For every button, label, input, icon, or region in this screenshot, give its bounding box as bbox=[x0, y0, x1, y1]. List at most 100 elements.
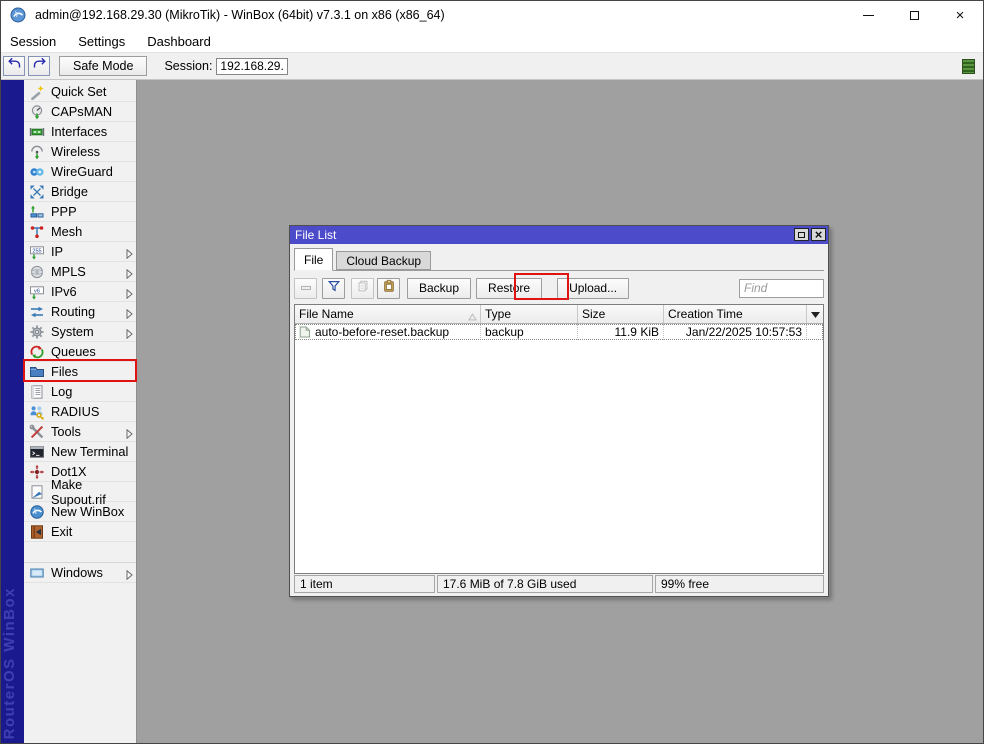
radius-icon bbox=[29, 404, 45, 420]
menubar: Session Settings Dashboard bbox=[0, 30, 984, 52]
minimize-button[interactable] bbox=[845, 1, 891, 30]
sidebar-item-label: Mesh bbox=[51, 224, 83, 239]
sidebar-item-label: Interfaces bbox=[51, 124, 108, 139]
mesh-icon bbox=[29, 224, 45, 240]
redo-button[interactable] bbox=[28, 56, 50, 76]
file-list-title: File List bbox=[295, 228, 337, 242]
sidebar-item-windows[interactable]: Windows bbox=[24, 563, 136, 583]
supout-icon bbox=[29, 484, 45, 500]
sidebar-item-tools[interactable]: Tools bbox=[24, 422, 136, 442]
sidebar-item-make-supout-rif[interactable]: Make Supout.rif bbox=[24, 477, 136, 507]
exit-icon bbox=[29, 524, 45, 540]
sidebar-item-label: New Terminal bbox=[51, 444, 129, 459]
sidebar-item-queues[interactable]: Queues bbox=[24, 342, 136, 362]
windows-icon bbox=[29, 565, 45, 581]
tab-cloud-backup[interactable]: Cloud Backup bbox=[336, 251, 432, 270]
sidebar-item-new-terminal[interactable]: New Terminal bbox=[24, 442, 136, 462]
sidebar-item-bridge[interactable]: Bridge bbox=[24, 182, 136, 202]
tab-file[interactable]: File bbox=[294, 248, 334, 271]
wand-icon bbox=[29, 84, 45, 100]
sidebar-item-label: Bridge bbox=[51, 184, 88, 199]
undo-arrow-icon bbox=[7, 57, 21, 75]
submenu-arrow-icon bbox=[126, 427, 133, 440]
sidebar-item-label: Windows bbox=[51, 565, 103, 580]
sidebar-item-ppp[interactable]: PPP bbox=[24, 202, 136, 222]
column-header-size[interactable]: Size bbox=[578, 305, 664, 323]
menu-dashboard[interactable]: Dashboard bbox=[136, 34, 222, 49]
menu-session[interactable]: Session bbox=[0, 34, 67, 49]
restore-button[interactable]: Restore bbox=[476, 277, 543, 299]
sidebar-item-system[interactable]: System bbox=[24, 322, 136, 342]
session-input[interactable] bbox=[216, 57, 289, 75]
connection-indicator-icon bbox=[962, 59, 975, 74]
close-button[interactable]: × bbox=[937, 1, 983, 30]
table-row[interactable]: auto-before-reset.backup backup 11.9 KiB Ja… bbox=[295, 324, 823, 340]
sidebar-item-files[interactable]: Files bbox=[24, 362, 136, 382]
sidebar-item-new-winbox[interactable]: New WinBox bbox=[24, 502, 136, 522]
file-name-text: auto-before-reset.backup bbox=[315, 325, 450, 339]
sidebar-item-label: Files bbox=[51, 364, 79, 379]
capsman-icon bbox=[29, 104, 45, 120]
backup-button[interactable]: Backup bbox=[407, 277, 472, 299]
column-header-file-name[interactable]: File Name bbox=[295, 305, 481, 323]
ip-icon: 255 bbox=[29, 244, 45, 260]
safe-mode-button[interactable]: Safe Mode bbox=[59, 56, 148, 76]
file-icon bbox=[299, 326, 311, 338]
sidebar-item-label: System bbox=[51, 324, 94, 339]
file-list-close-button[interactable]: × bbox=[811, 228, 826, 241]
sidebar-item-routing[interactable]: Routing bbox=[24, 302, 136, 322]
sidebar-item-label: New WinBox bbox=[51, 504, 125, 519]
file-list-maximize-button[interactable] bbox=[794, 228, 809, 241]
redo-arrow-icon bbox=[33, 57, 46, 75]
cell-type: backup bbox=[481, 324, 578, 340]
sidebar-item-radius[interactable]: RADIUS bbox=[24, 402, 136, 422]
column-header-creation-time[interactable]: Creation Time bbox=[664, 305, 807, 323]
tools-icon bbox=[29, 424, 45, 440]
sidebar-item-ip[interactable]: 255 IP bbox=[24, 242, 136, 262]
ppp-icon bbox=[29, 204, 45, 220]
sidebar-item-mesh[interactable]: Mesh bbox=[24, 222, 136, 242]
app-titlebar[interactable]: admin@192.168.29.30 (MikroTik) - WinBox … bbox=[0, 0, 984, 30]
mpls-icon bbox=[29, 264, 45, 280]
undo-button[interactable] bbox=[3, 56, 25, 76]
file-list-titlebar[interactable]: File List × bbox=[290, 226, 828, 244]
sidebar-item-ipv6[interactable]: v6 IPv6 bbox=[24, 282, 136, 302]
sidebar-item-capsman[interactable]: CAPsMAN bbox=[24, 102, 136, 122]
remove-button[interactable] bbox=[294, 277, 317, 299]
maximize-button[interactable] bbox=[891, 1, 937, 30]
sidebar-item-exit[interactable]: Exit bbox=[24, 522, 136, 542]
file-list-toolbar: Backup Restore Upload... bbox=[294, 276, 824, 300]
submenu-arrow-icon bbox=[126, 287, 133, 300]
sidebar-item-interfaces[interactable]: Interfaces bbox=[24, 122, 136, 142]
sidebar-item-mpls[interactable]: MPLS bbox=[24, 262, 136, 282]
sidebar-item-quick-set[interactable]: Quick Set bbox=[24, 82, 136, 102]
submenu-arrow-icon bbox=[126, 267, 133, 280]
copy-button[interactable] bbox=[351, 277, 374, 299]
cell-size: 11.9 KiB bbox=[578, 324, 664, 340]
log-icon bbox=[29, 384, 45, 400]
terminal-icon bbox=[29, 444, 45, 460]
sidebar-item-wireguard[interactable]: WireGuard bbox=[24, 162, 136, 182]
submenu-arrow-icon bbox=[126, 247, 133, 260]
sidebar-item-label: PPP bbox=[51, 204, 77, 219]
column-header-type[interactable]: Type bbox=[481, 305, 578, 323]
status-items-count: 1 item bbox=[294, 575, 435, 593]
cell-creation-time: Jan/22/2025 10:57:53 bbox=[664, 324, 807, 340]
submenu-arrow-icon bbox=[126, 568, 133, 581]
sidebar-item-label: Routing bbox=[51, 304, 96, 319]
filter-button[interactable] bbox=[322, 277, 345, 299]
copy-icon bbox=[356, 279, 370, 298]
status-disk-usage: 17.6 MiB of 7.8 GiB used bbox=[437, 575, 653, 593]
svg-text:255: 255 bbox=[32, 248, 41, 254]
upload-button[interactable]: Upload... bbox=[557, 277, 630, 299]
find-input[interactable] bbox=[739, 278, 824, 298]
sidebar-item-log[interactable]: Log bbox=[24, 382, 136, 402]
paste-button[interactable] bbox=[377, 277, 400, 299]
app-title: admin@192.168.29.30 (MikroTik) - WinBox … bbox=[35, 8, 445, 22]
column-select-button[interactable] bbox=[807, 305, 823, 323]
file-table: File Name Type Size Creation Time auto-befo… bbox=[294, 304, 824, 574]
sidebar-item-wireless[interactable]: Wireless bbox=[24, 142, 136, 162]
sidebar: Quick Set CAPsMAN Interfaces Wireless WireGu… bbox=[24, 80, 137, 744]
submenu-arrow-icon bbox=[126, 307, 133, 320]
menu-settings[interactable]: Settings bbox=[67, 34, 136, 49]
